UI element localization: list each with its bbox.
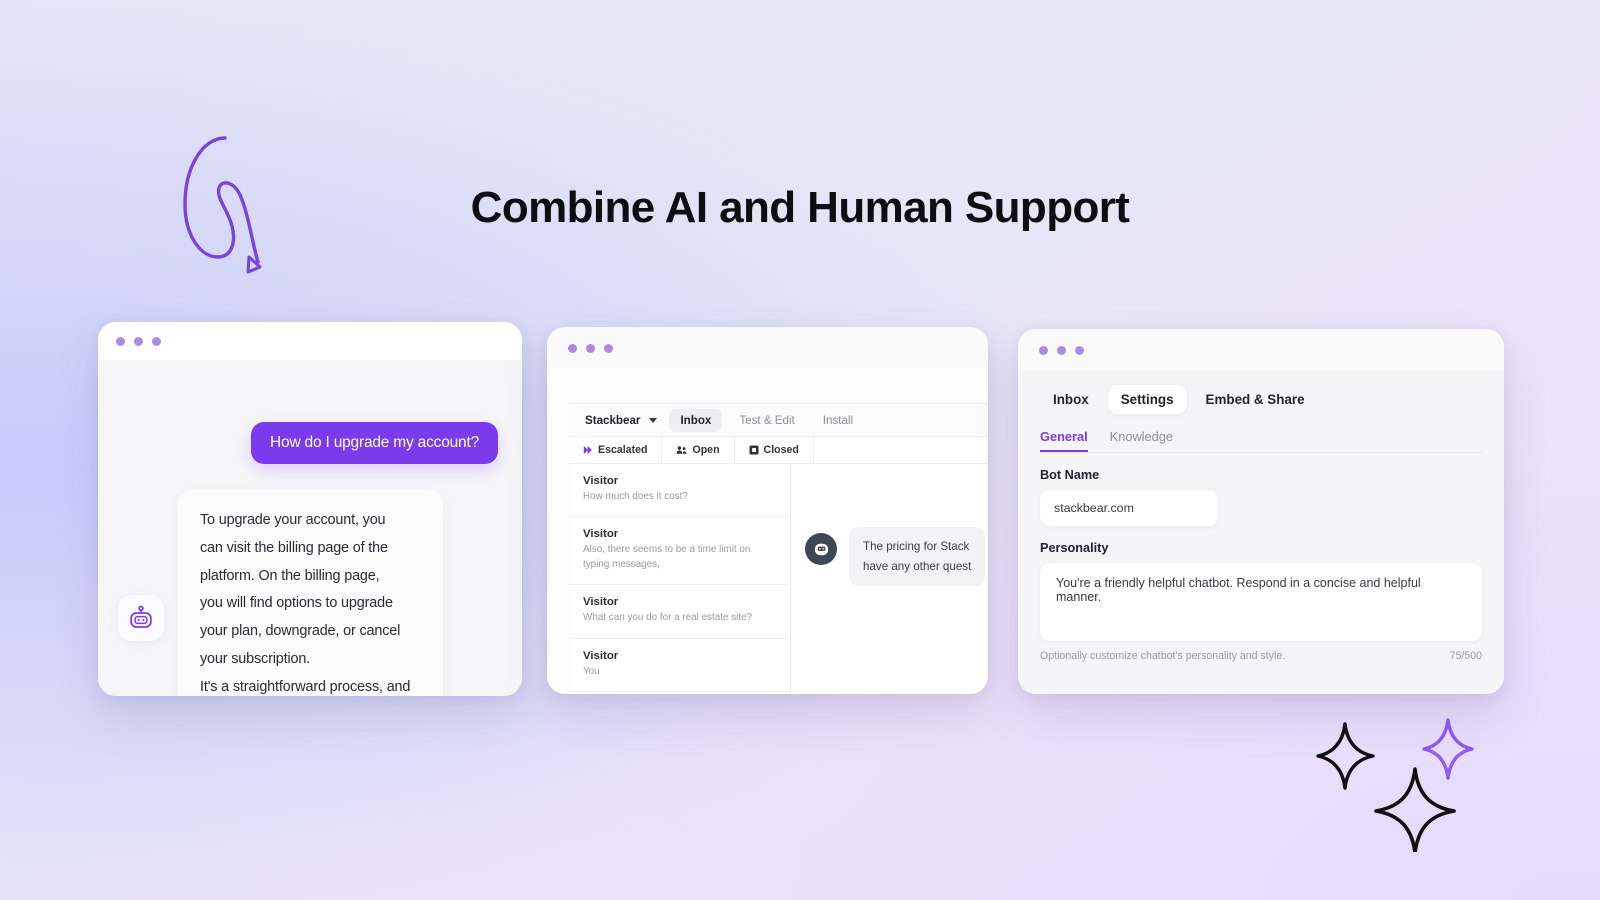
robot-icon xyxy=(814,543,828,555)
escalate-chevrons-icon xyxy=(583,445,592,455)
window-dot-maximize[interactable] xyxy=(1075,345,1084,355)
window-titlebar xyxy=(98,322,522,360)
window-dot-maximize[interactable] xyxy=(152,336,161,346)
subtab-general[interactable]: General xyxy=(1040,429,1088,452)
window-dot-close[interactable] xyxy=(1039,345,1048,355)
tab-settings[interactable]: Settings xyxy=(1107,385,1187,414)
conversation-name: Visitor xyxy=(583,475,619,487)
window-dot-minimize[interactable] xyxy=(1057,345,1066,355)
personality-footer: Optionally customize chatbot's personali… xyxy=(1040,650,1482,662)
tab-embed-share[interactable]: Embed & Share xyxy=(1193,385,1318,414)
conversation-preview: How much does it cost? xyxy=(583,491,688,502)
inbox-toolbar: Stackbear Inbox Test & Edit Install xyxy=(569,404,988,437)
inbox-body: Stackbear Inbox Test & Edit Install Esca… xyxy=(547,369,988,694)
tab-inbox[interactable]: Inbox xyxy=(1040,385,1102,414)
robot-icon xyxy=(130,605,152,629)
settings-subtabs: General Knowledge xyxy=(1040,429,1482,453)
bot-name-label: Bot Name xyxy=(1040,468,1100,482)
chevron-down-icon xyxy=(649,417,658,423)
bot-message-bubble: The pricing for Stack have any other que… xyxy=(849,527,986,587)
settings-body: Inbox Settings Embed & Share General Kno… xyxy=(1018,371,1504,694)
workspace-selector[interactable]: Stackbear xyxy=(579,414,663,427)
conversation-preview: You xyxy=(583,665,600,677)
list-item[interactable]: Visitor What can you do for a real estat… xyxy=(569,585,790,639)
tab-test-edit[interactable]: Test & Edit xyxy=(728,409,805,432)
avatar xyxy=(118,595,164,642)
personality-label: Personality xyxy=(1040,541,1109,555)
conversation-name: Visitor xyxy=(583,596,619,609)
bot-message-line-2: have any other quest xyxy=(863,559,972,573)
conversation-name: Visitor xyxy=(583,649,619,662)
filter-escalated[interactable]: Escalated xyxy=(569,437,663,463)
tab-install[interactable]: Install xyxy=(812,409,864,432)
list-item[interactable]: Visitor Also, there seems to be a time l… xyxy=(569,517,790,586)
filter-label: Open xyxy=(692,444,720,456)
workspace-label: Stackbear xyxy=(585,413,641,427)
window-dot-minimize[interactable] xyxy=(134,336,143,346)
sparkle-icon xyxy=(1316,722,1375,790)
conversation-list[interactable]: Visitor How much does it cost? Visitor A… xyxy=(569,464,791,694)
archive-box-icon xyxy=(749,445,759,455)
window-dot-close[interactable] xyxy=(568,343,577,353)
inbox-panes: Visitor How much does it cost? Visitor A… xyxy=(569,464,988,694)
conversation-name: Visitor xyxy=(583,528,619,541)
chat-body: How do I upgrade my account? To upgrade … xyxy=(98,360,522,696)
avatar xyxy=(805,533,837,565)
conversation-preview: What can you do for a real estate site? xyxy=(583,612,753,624)
inbox-filters: Escalated Open Closed xyxy=(569,437,988,464)
conversation-thread: The pricing for Stack have any other que… xyxy=(791,464,988,694)
bot-message-bubble: To upgrade your account, you can visit t… xyxy=(178,490,444,696)
people-icon xyxy=(676,446,688,454)
settings-tabs: Inbox Settings Embed & Share xyxy=(1040,385,1482,414)
conversation-preview: Also, there seems to be a time limit on … xyxy=(583,544,751,570)
window-dot-maximize[interactable] xyxy=(604,343,613,353)
character-counter: 75/500 xyxy=(1449,650,1482,662)
personality-helper-text: Optionally customize chatbot's personali… xyxy=(1040,650,1286,662)
filter-open[interactable]: Open xyxy=(662,437,735,463)
filter-label: Escalated xyxy=(598,444,648,456)
filter-label: Closed xyxy=(763,444,799,456)
subtab-knowledge[interactable]: Knowledge xyxy=(1110,429,1173,452)
window-titlebar xyxy=(1018,329,1504,371)
filter-closed[interactable]: Closed xyxy=(735,437,814,463)
list-item[interactable]: Visitor How much does it cost? xyxy=(569,464,790,518)
window-dot-close[interactable] xyxy=(116,336,125,346)
list-item[interactable]: Visitor You xyxy=(569,639,790,693)
bot-message-line-1: The pricing for Stack xyxy=(863,540,970,553)
page-title: Combine AI and Human Support xyxy=(470,183,1130,232)
settings-card: Inbox Settings Embed & Share General Kno… xyxy=(1018,329,1504,694)
tab-inbox[interactable]: Inbox xyxy=(669,408,723,432)
window-titlebar xyxy=(547,327,988,369)
sparkle-icon xyxy=(1422,718,1474,780)
thread-message-row: The pricing for Stack have any other que… xyxy=(805,527,986,587)
chat-preview-card: How do I upgrade my account? To upgrade … xyxy=(98,322,522,696)
inbox-app: Stackbear Inbox Test & Edit Install Esca… xyxy=(569,403,988,694)
personality-textarea[interactable]: You're a friendly helpful chatbot. Respo… xyxy=(1040,563,1482,641)
bot-name-input[interactable]: stackbear.com xyxy=(1040,490,1218,526)
sparkle-icon xyxy=(1374,767,1456,852)
inbox-card: Stackbear Inbox Test & Edit Install Esca… xyxy=(547,327,988,694)
bot-message-row: To upgrade your account, you can visit t… xyxy=(118,490,498,696)
window-dot-minimize[interactable] xyxy=(586,343,595,353)
user-message-bubble: How do I upgrade my account? xyxy=(251,422,498,464)
sparkle-group xyxy=(1316,718,1474,852)
